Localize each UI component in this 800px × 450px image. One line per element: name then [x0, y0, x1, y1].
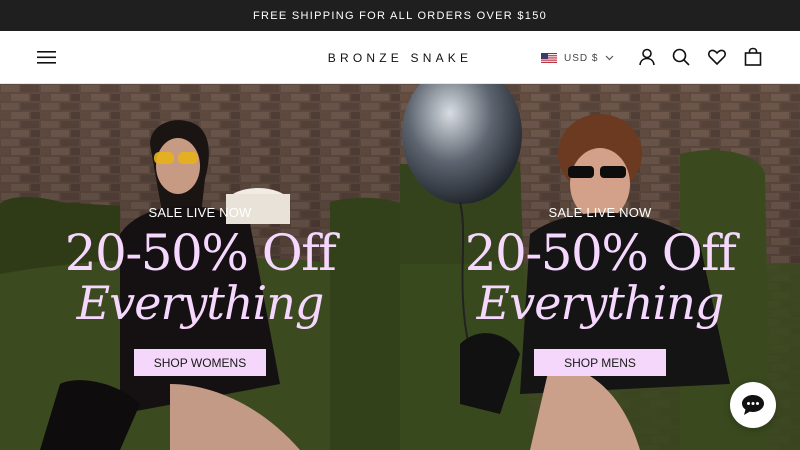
announcement-bar: FREE SHIPPING FOR ALL ORDERS OVER $150	[0, 0, 800, 31]
sale-headline: 20-50% Off	[64, 224, 337, 282]
site-header: BRONZE SNAKE USD $	[0, 31, 800, 84]
wishlist-heart-icon	[708, 49, 726, 66]
currency-label: USD $	[564, 52, 599, 64]
chat-bubble-icon	[742, 395, 764, 415]
currency-selector[interactable]: USD $	[541, 49, 614, 67]
account-icon	[639, 48, 655, 66]
sale-eyebrow: SALE LIVE NOW	[148, 205, 252, 220]
shop-mens-button[interactable]: SHOP MENS	[534, 349, 666, 376]
cart-bag-icon	[744, 47, 762, 66]
flag-us-icon	[541, 52, 557, 64]
search-button[interactable]	[671, 47, 691, 67]
site-logo[interactable]: BRONZE SNAKE	[328, 51, 472, 65]
shop-womens-button[interactable]: SHOP WOMENS	[134, 349, 266, 376]
hero-overlay-womens: SALE LIVE NOW 20-50% Off Everything SHOP…	[0, 84, 400, 450]
menu-icon	[37, 51, 56, 64]
hero-banner: SALE LIVE NOW 20-50% Off Everything SHOP…	[0, 84, 800, 450]
wishlist-button[interactable]	[707, 47, 727, 67]
menu-button[interactable]	[36, 48, 58, 66]
account-button[interactable]	[637, 47, 657, 67]
hero-panel-womens[interactable]: SALE LIVE NOW 20-50% Off Everything SHOP…	[0, 84, 400, 450]
chat-button[interactable]	[730, 382, 776, 428]
sale-headline: 20-50% Off	[464, 224, 737, 282]
sale-headline-italic: Everything	[476, 276, 725, 330]
chevron-down-icon	[606, 55, 614, 61]
cart-button[interactable]	[743, 47, 763, 67]
announcement-text: FREE SHIPPING FOR ALL ORDERS OVER $150	[252, 9, 548, 22]
sale-headline-italic: Everything	[76, 276, 325, 330]
sale-eyebrow: SALE LIVE NOW	[548, 205, 652, 220]
search-icon	[672, 48, 690, 66]
